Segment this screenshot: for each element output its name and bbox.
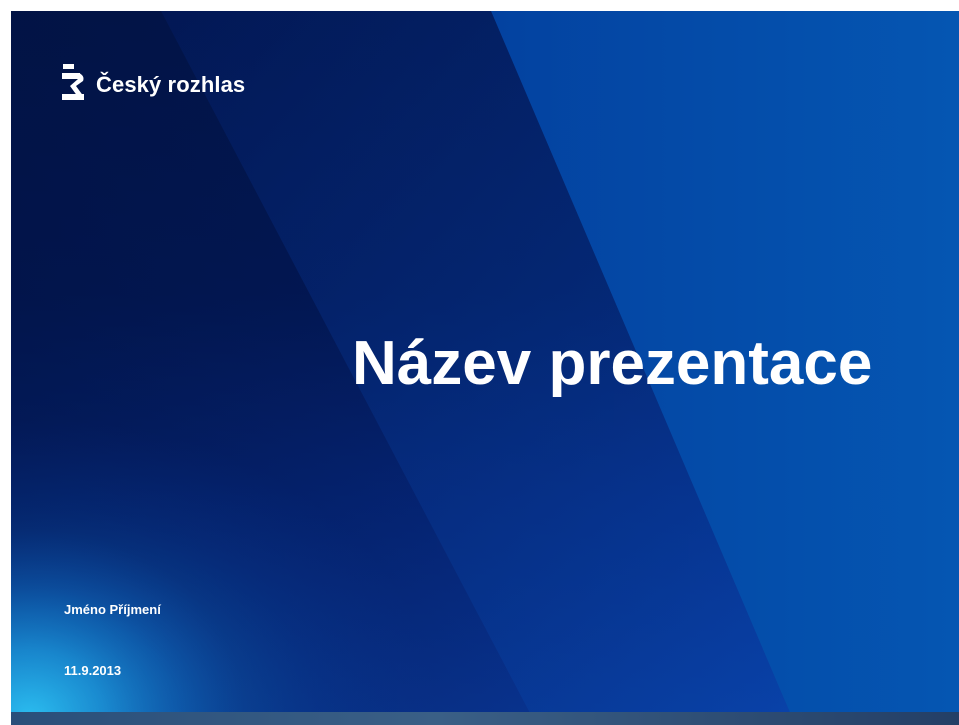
cesky-rozhlas-logo-icon xyxy=(62,64,84,100)
presentation-date: 11.9.2013 xyxy=(64,663,122,678)
cesky-rozhlas-logo: Český rozhlas xyxy=(62,64,245,102)
page: Český rozhlas Název prezentace Jméno Pří… xyxy=(0,0,959,725)
slide-title: Název prezentace xyxy=(352,329,873,398)
slide-bottom-bar xyxy=(11,712,959,725)
author-name: Jméno Příjmení xyxy=(64,602,161,617)
logo-text: Český rozhlas xyxy=(96,72,246,97)
